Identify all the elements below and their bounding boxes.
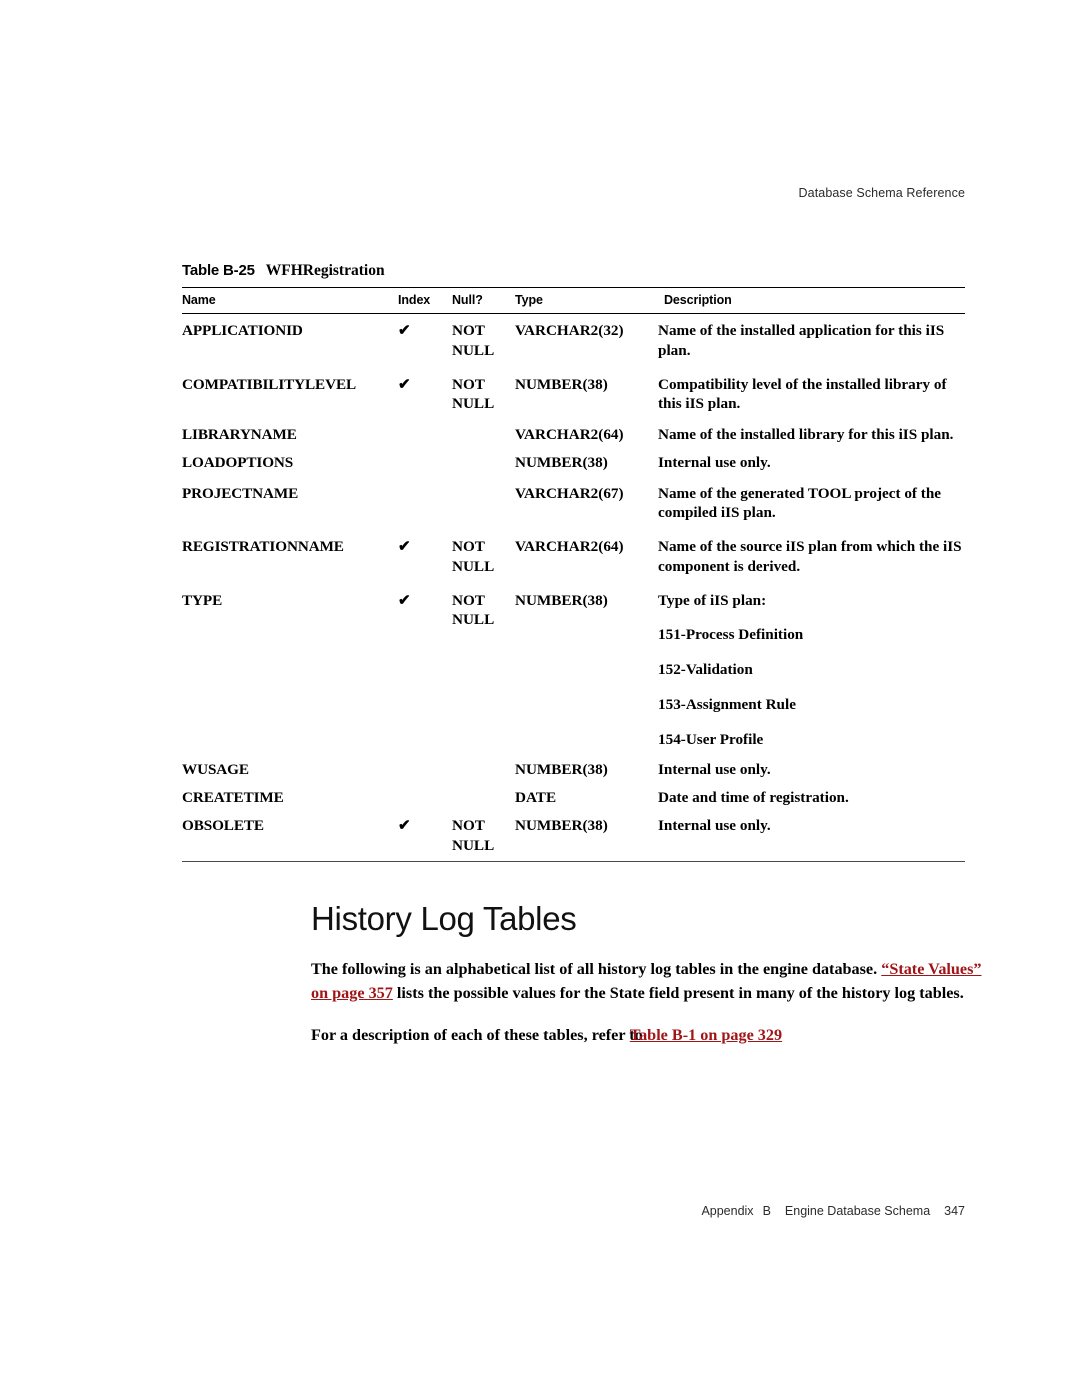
table-caption: Table B-25 WFHRegistration (182, 262, 965, 280)
cell-index-mark (398, 449, 452, 477)
table-header: Name Index Null? Type Description (182, 287, 965, 314)
table-row: REGISTRATIONNAME ✔ NOT NULL VARCHAR2(64) Nam… (182, 530, 965, 584)
type-enum-item: 154-User Profile (658, 730, 764, 748)
type-enum-item: 151-Process Definition (658, 626, 804, 644)
table-row: TYPE ✔ NOT NULL NUMBER(38) Type of iIS plan:… (182, 584, 965, 757)
cell-nullable: NOT NULL (452, 816, 495, 854)
schema-table-block: Table B-25 WFHRegistration Name Index Nu… (182, 262, 965, 863)
running-head: Database Schema Reference (798, 186, 965, 200)
cell-index-mark: ✔ (398, 322, 411, 339)
cell-index-mark: ✔ (398, 591, 411, 609)
cell-description: Type of iIS plan: 151-Process Definition 1… (658, 584, 965, 757)
footer-appendix-title: Engine Database Schema (784, 1204, 931, 1218)
cell-data-type: DATE (515, 789, 557, 806)
column-header-null: Null? (452, 287, 515, 314)
cell-column-name: LOADOPTIONS (182, 453, 294, 471)
cell-column-name: WUSAGE (182, 761, 249, 779)
cell-data-type: VARCHAR2(64) (515, 426, 624, 443)
cell-nullable: NOT NULL (452, 538, 495, 575)
cell-nullable (452, 784, 515, 812)
cell-column-name: REGISTRATIONNAME (182, 538, 344, 555)
column-header-name: Name (182, 287, 398, 314)
cell-description: Compatibility level of the installed lib… (658, 375, 947, 413)
type-enum-item: 153-Assignment Rule (658, 695, 796, 713)
cell-description: Name of the source iIS plan from which t… (658, 538, 962, 575)
cell-column-name: OBSOLETE (182, 816, 264, 834)
column-header-description: Description (658, 287, 965, 314)
cell-nullable (452, 449, 515, 477)
cell-data-type: NUMBER(38) (515, 591, 608, 609)
cell-description: Name of the generated TOOL project of th… (658, 484, 942, 522)
cell-nullable (452, 477, 515, 531)
footer-appendix-letter: B (762, 1204, 771, 1218)
cell-data-type: NUMBER(38) (515, 375, 608, 393)
cell-index-mark (398, 756, 452, 784)
document-page: Database Schema Reference Table B-25 WFH… (0, 0, 1080, 1397)
cell-data-type: NUMBER(38) (515, 761, 608, 779)
cell-data-type: VARCHAR2(32) (515, 322, 624, 339)
cell-nullable: NOT NULL (452, 591, 495, 629)
table-row: LIBRARYNAME VARCHAR2(64) Name of the insta… (182, 421, 965, 449)
cell-description: Internal use only. (658, 816, 771, 834)
column-header-index: Index (398, 287, 452, 314)
section-history-log-tables: History Log Tables The following is an a… (311, 900, 1001, 1067)
cell-description: Name of the installed library for this i… (658, 426, 954, 443)
page-footer: Appendix B Engine Database Schema 347 (182, 1204, 965, 1218)
table-caption-number: Table B-25 (182, 262, 255, 279)
cell-column-name: PROJECTNAME (182, 484, 299, 502)
reference-text: For a description of each of these table… (311, 1026, 643, 1045)
cell-index-mark (398, 477, 452, 531)
cell-data-type: VARCHAR2(64) (515, 538, 624, 555)
intro-text-after-link: lists the possible values for the State … (392, 983, 964, 1002)
table-caption-title: WFHRegistration (265, 262, 385, 279)
table-row: WUSAGE NUMBER(38) Internal use only. (182, 756, 965, 784)
cell-nullable: NOT NULL (452, 322, 495, 359)
table-row: PROJECTNAME VARCHAR2(67) Name of the gener… (182, 477, 965, 531)
reference-paragraph: For a description of each of these table… (311, 1024, 1001, 1048)
cell-nullable (452, 421, 515, 449)
cell-description: Internal use only. (658, 453, 771, 471)
column-header-type: Type (515, 287, 658, 314)
footer-page-number: 347 (944, 1204, 965, 1218)
cell-description: Name of the installed application for th… (658, 322, 945, 359)
cell-column-name: COMPATIBILITYLEVEL (182, 375, 357, 393)
table-row: CREATETIME DATE Date and time of registrat… (182, 784, 965, 812)
type-enum-item: 152-Validation (658, 661, 753, 678)
table-row: COMPATIBILITYLEVEL ✔ NOT NULL NUMBER(38) Com… (182, 368, 965, 422)
cell-column-name: TYPE (182, 591, 223, 609)
table-header-row: Name Index Null? Type Description (182, 287, 965, 314)
table-row: OBSOLETE ✔ NOT NULL NUMBER(38) Internal use … (182, 812, 965, 860)
cell-column-name: LIBRARYNAME (182, 426, 297, 443)
intro-paragraph: The following is an alphabetical list of… (311, 958, 1001, 1005)
footer-appendix-label: Appendix (701, 1204, 754, 1218)
cell-description: Date and time of registration. (658, 789, 849, 806)
cell-description: Internal use only. (658, 761, 771, 779)
type-enum-list: 151-Process Definition 152-Validation 153-… (658, 625, 965, 749)
cell-index-mark (398, 784, 452, 812)
table-body: APPLICATIONID ✔ NOT NULL VARCHAR2(32) Name o… (182, 314, 965, 860)
cell-index-mark: ✔ (398, 816, 411, 834)
cell-column-name: CREATETIME (182, 789, 284, 806)
table-b1-link[interactable]: Table B-1 on page 329 (630, 1026, 782, 1044)
cell-index-mark: ✔ (398, 538, 411, 555)
schema-table: Name Index Null? Type Description APPLIC… (182, 287, 965, 859)
cell-column-name: APPLICATIONID (182, 322, 303, 339)
cell-data-type: NUMBER(38) (515, 453, 608, 471)
page-title: History Log Tables (311, 900, 577, 937)
intro-text-before-link: The following is an alphabetical list of… (311, 960, 882, 978)
table-row: APPLICATIONID ✔ NOT NULL VARCHAR2(32) Name o… (182, 314, 965, 368)
table-bottom-rule (182, 861, 965, 863)
table-row: LOADOPTIONS NUMBER(38) Internal use only. (182, 449, 965, 477)
cell-data-type: VARCHAR2(67) (515, 484, 624, 502)
cell-index-mark: ✔ (398, 375, 411, 393)
cell-nullable (452, 756, 515, 784)
cell-data-type: NUMBER(38) (515, 816, 608, 834)
cell-nullable: NOT NULL (452, 375, 495, 413)
cell-index-mark (398, 421, 452, 449)
